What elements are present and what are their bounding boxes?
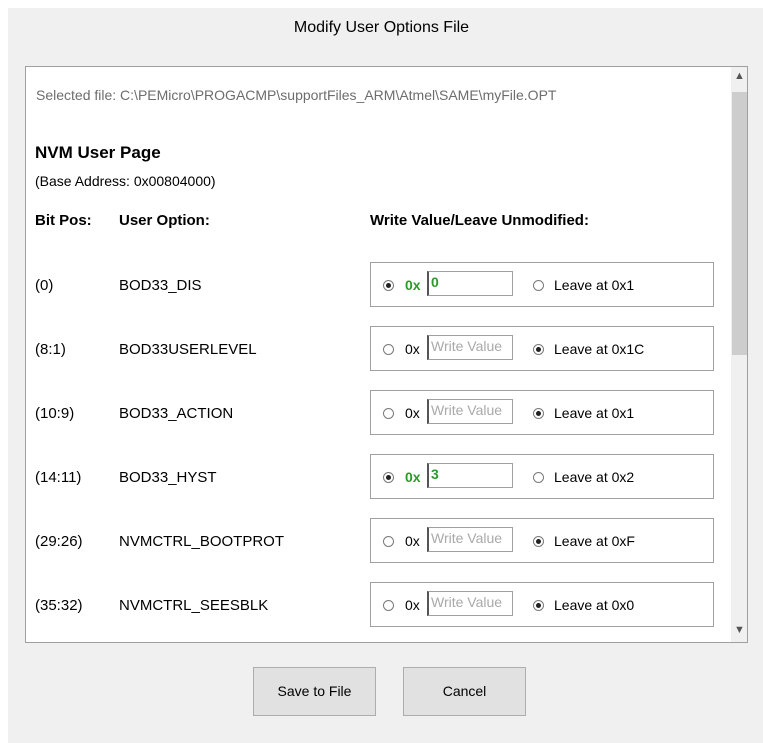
leave-unmodified-radio[interactable] [533,408,544,419]
row-bit-pos: (10:9) [35,405,75,422]
write-value-radio[interactable] [383,344,394,355]
cancel-button[interactable]: Cancel [403,667,526,716]
leave-value-label: Leave at 0x2 [554,469,635,485]
section-title: NVM User Page [35,143,161,162]
hex-prefix-label: 0x [405,533,420,549]
row-option-name: BOD33_ACTION [119,405,234,422]
row-bit-pos: (35:32) [35,597,83,614]
leave-unmodified-radio[interactable] [533,536,544,547]
hex-prefix-label: 0x [405,405,420,421]
write-value-group: 0x Write Value Leave at 0x1 [370,390,714,435]
write-value-input[interactable]: 3 [427,463,513,488]
row-option-name: NVMCTRL_BOOTPROT [119,533,285,550]
options-panel: Selected file: C:\PEMicro\PROGACMP\suppo… [25,66,748,643]
write-value-radio[interactable] [383,536,394,547]
write-value-group: 0x Write Value Leave at 0x0 [370,582,714,627]
write-value-group: 0x Write Value Leave at 0x1C [370,326,714,371]
leave-value-label: Leave at 0xF [554,533,635,549]
scroll-down-icon[interactable]: ▼ [731,624,747,636]
header-write-value: Write Value/Leave Unmodified: [370,212,589,229]
hex-prefix-label: 0x [405,341,420,357]
write-value-group: 0x 0 Leave at 0x1 [370,262,714,307]
base-address-label: (Base Address: 0x00804000) [35,173,216,189]
write-value-input[interactable]: Write Value [427,591,513,616]
row-bit-pos: (29:26) [35,533,83,550]
leave-value-label: Leave at 0x1 [554,277,635,293]
write-value-radio[interactable] [383,408,394,419]
write-value-radio[interactable] [383,472,394,483]
write-value-input[interactable]: Write Value [427,399,513,424]
row-option-name: NVMCTRL_SEESBLK [119,597,269,614]
write-value-radio[interactable] [383,600,394,611]
write-value-group: 0x Write Value Leave at 0xF [370,518,714,563]
leave-value-label: Leave at 0x1C [554,341,645,357]
header-bit-pos: Bit Pos: [35,212,92,229]
hex-prefix-label: 0x [405,597,420,613]
leave-unmodified-radio[interactable] [533,600,544,611]
save-to-file-button[interactable]: Save to File [253,667,376,716]
row-option-name: BOD33_DIS [119,277,202,294]
row-bit-pos: (0) [35,277,54,294]
selected-file-label: Selected file: C:\PEMicro\PROGACMP\suppo… [36,87,557,103]
scrollbar-thumb[interactable] [732,92,747,355]
dialog-title: Modify User Options File [293,19,470,36]
write-value-input[interactable]: Write Value [427,527,513,552]
write-value-input[interactable]: Write Value [427,335,513,360]
row-option-name: BOD33_HYST [119,469,217,486]
hex-prefix-label: 0x [405,469,421,485]
write-value-radio[interactable] [383,280,394,291]
leave-unmodified-radio[interactable] [533,472,544,483]
leave-unmodified-radio[interactable] [533,280,544,291]
leave-value-label: Leave at 0x0 [554,597,635,613]
vertical-scrollbar[interactable]: ▲ ▼ [731,67,747,642]
row-bit-pos: (14:11) [35,469,82,486]
leave-value-label: Leave at 0x1 [554,405,635,421]
header-user-option: User Option: [119,212,210,229]
row-option-name: BOD33USERLEVEL [119,341,257,358]
row-bit-pos: (8:1) [35,341,66,358]
write-value-group: 0x 3 Leave at 0x2 [370,454,714,499]
scroll-up-icon[interactable]: ▲ [731,70,747,82]
hex-prefix-label: 0x [405,277,421,293]
write-value-input[interactable]: 0 [427,271,513,296]
leave-unmodified-radio[interactable] [533,344,544,355]
